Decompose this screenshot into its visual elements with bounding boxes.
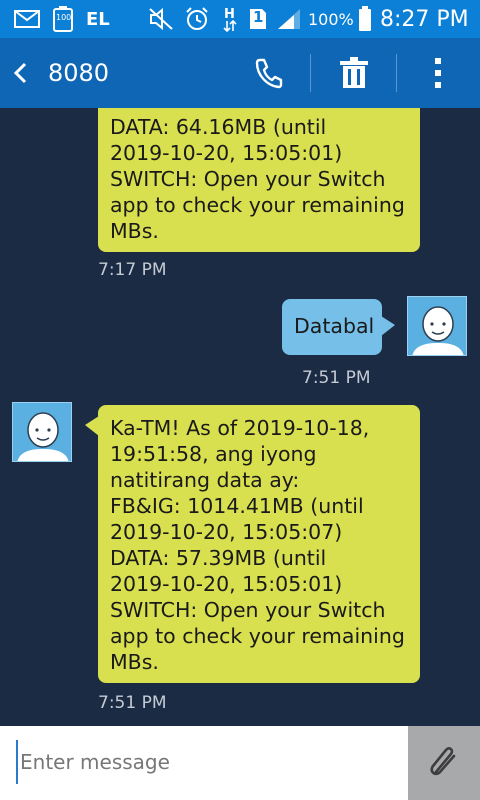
message-time: 7:51 PM <box>98 693 167 713</box>
message-line: DATA: 64.16MB (until <box>110 115 327 139</box>
action-bar: 8080 <box>0 38 480 108</box>
alarm-icon <box>184 0 210 38</box>
attach-button[interactable] <box>408 726 480 800</box>
message-line: natitirang data ay: <box>110 468 300 492</box>
outgoing-bubble-tail <box>381 316 395 336</box>
battery-level-text: 100 <box>56 13 72 22</box>
message-line: Ka-TM! As of 2019-10-18, <box>110 416 370 440</box>
sim-slot-number: 1 <box>253 8 264 26</box>
my-avatar[interactable] <box>407 296 467 356</box>
more-vert-icon[interactable] <box>420 38 456 108</box>
action-divider <box>396 54 397 92</box>
message-line: MBs. <box>110 219 159 243</box>
carrier-label: EL <box>86 8 110 30</box>
trash-icon[interactable] <box>336 38 372 108</box>
conversation-title[interactable]: 8080 <box>48 38 109 108</box>
message-line: 2019-10-20, 15:05:01) <box>110 141 343 165</box>
battery-icon <box>358 0 372 38</box>
message-line: Databal <box>294 314 375 338</box>
phone-icon[interactable] <box>250 38 286 108</box>
message-line: SWITCH: Open your Switch <box>110 598 386 622</box>
message-time: 7:51 PM <box>302 368 371 388</box>
message-line: 2019-10-20, 15:05:01) <box>110 572 343 596</box>
sim-1-icon: 1 <box>248 0 268 38</box>
incoming-message-bubble[interactable]: DATA: 64.16MB (until 2019-10-20, 15:05:0… <box>98 108 420 252</box>
message-line: DATA: 57.39MB (until <box>110 546 327 570</box>
message-line: MBs. <box>110 650 159 674</box>
message-line: 19:51:58, ang iyong <box>110 442 317 466</box>
mail-icon <box>14 0 40 38</box>
paperclip-icon <box>427 742 461 784</box>
status-bar: 100 EL H 1 100% 8:27 PM <box>0 0 480 38</box>
outgoing-message-bubble[interactable]: Databal <box>282 299 382 355</box>
battery-100-icon: 100 <box>52 0 74 38</box>
message-list: DATA: 64.16MB (until 2019-10-20, 15:05:0… <box>0 108 480 726</box>
message-input[interactable] <box>16 740 400 784</box>
message-line: app to check your remaining <box>110 624 405 648</box>
battery-percent: 100% <box>308 9 354 29</box>
no-sound-icon <box>148 0 174 38</box>
message-line: 2019-10-20, 15:05:07) <box>110 520 343 544</box>
message-line: SWITCH: Open your Switch <box>110 167 386 191</box>
message-line: app to check your remaining <box>110 193 405 217</box>
compose-bar <box>0 726 480 800</box>
incoming-message-bubble[interactable]: Ka-TM! As of 2019-10-18, 19:51:58, ang i… <box>98 405 420 683</box>
incoming-bubble-tail <box>85 416 99 436</box>
signal-icon <box>276 0 302 38</box>
action-divider <box>310 54 311 92</box>
status-time: 8:27 PM <box>380 6 469 32</box>
contact-avatar[interactable] <box>12 402 72 462</box>
svg-text:H: H <box>224 7 235 22</box>
message-time: 7:17 PM <box>98 260 167 280</box>
back-chevron-icon[interactable] <box>12 38 42 108</box>
data-transfer-icon: H <box>222 0 238 38</box>
message-line: FB&IG: 1014.41MB (until <box>110 494 364 518</box>
